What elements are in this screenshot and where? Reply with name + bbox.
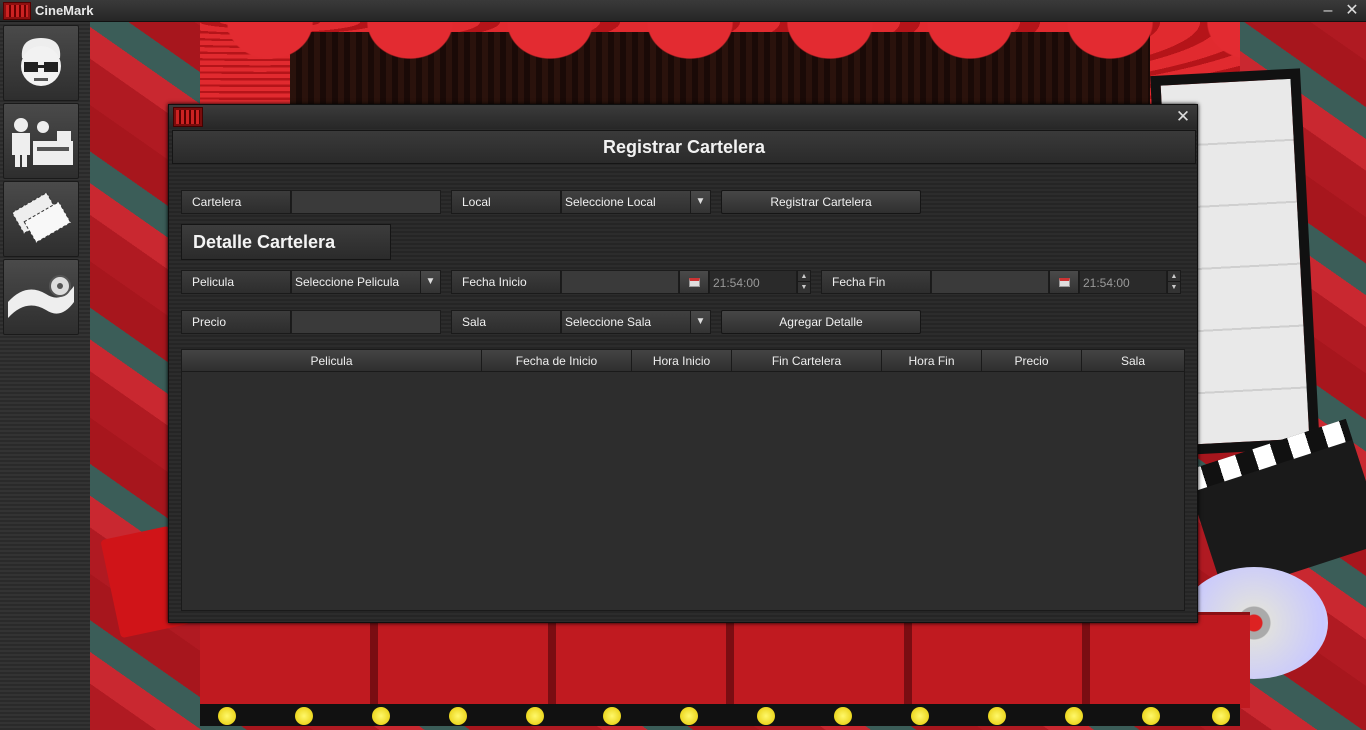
registrar-cartelera-button[interactable]: Registrar Cartelera xyxy=(721,190,921,214)
marquee-bulb xyxy=(449,707,467,725)
fecha-inicio-input[interactable] xyxy=(561,270,679,294)
marquee-bulb xyxy=(1142,707,1160,725)
hora-inicio-spin-buttons: ▲ ▼ xyxy=(797,270,811,294)
precio-label: Precio xyxy=(181,310,291,334)
user-glasses-icon xyxy=(21,38,61,86)
spin-down-icon[interactable]: ▼ xyxy=(798,282,810,293)
marquee-bulb xyxy=(526,707,544,725)
chevron-down-icon[interactable]: ▼ xyxy=(690,191,710,213)
marquee-bulb xyxy=(988,707,1006,725)
sala-label: Sala xyxy=(451,310,561,334)
dialog-close-button[interactable]: ✕ xyxy=(1173,107,1193,127)
local-select-value: Seleccione Local xyxy=(565,195,656,209)
pelicula-select[interactable]: Seleccione Pelicula ▼ xyxy=(291,270,441,294)
calendar-icon xyxy=(1058,277,1070,287)
column-header-precio[interactable]: Precio xyxy=(982,350,1082,372)
minimize-button[interactable]: – xyxy=(1318,1,1338,21)
pelicula-select-value: Seleccione Pelicula xyxy=(295,275,400,289)
column-header-hora-fin[interactable]: Hora Fin xyxy=(882,350,982,372)
marquee-bulb xyxy=(372,707,390,725)
column-header-fecha-inicio[interactable]: Fecha de Inicio xyxy=(482,350,632,372)
cashier-desk-icon xyxy=(12,118,73,167)
sala-select-value: Seleccione Sala xyxy=(565,315,652,329)
sala-select[interactable]: Seleccione Sala ▼ xyxy=(561,310,711,334)
column-header-fin-cartelera[interactable]: Fin Cartelera xyxy=(732,350,882,372)
tickets-icon xyxy=(11,191,72,244)
marquee-bulb xyxy=(757,707,775,725)
hora-fin-spin-buttons: ▲ ▼ xyxy=(1167,270,1181,294)
marquee-bulb xyxy=(834,707,852,725)
marquee-bulb xyxy=(1212,707,1230,725)
fecha-inicio-label: Fecha Inicio xyxy=(451,270,561,294)
hora-fin-spinner[interactable]: 21:54:00 xyxy=(1079,270,1167,294)
fecha-fin-label: Fecha Fin xyxy=(821,270,931,294)
detalle-table[interactable]: Pelicula Fecha de Inicio Hora Inicio Fin… xyxy=(181,349,1185,611)
marquee-bulb xyxy=(218,707,236,725)
spin-down-icon[interactable]: ▼ xyxy=(1168,282,1180,293)
close-button[interactable]: ✕ xyxy=(1342,1,1362,21)
agregar-detalle-button[interactable]: Agregar Detalle xyxy=(721,310,921,334)
spin-up-icon[interactable]: ▲ xyxy=(1168,271,1180,282)
sidebar-item-tickets[interactable] xyxy=(3,181,79,257)
cartelera-label: Cartelera xyxy=(181,190,291,214)
sidebar-item-users[interactable] xyxy=(3,25,79,101)
theater-seats xyxy=(200,612,1250,708)
spin-up-icon[interactable]: ▲ xyxy=(798,271,810,282)
marquee-bulb xyxy=(1065,707,1083,725)
column-header-pelicula[interactable]: Pelicula xyxy=(182,350,482,372)
marquee-bulb xyxy=(911,707,929,725)
fecha-fin-calendar-button[interactable] xyxy=(1049,270,1079,294)
column-header-sala[interactable]: Sala xyxy=(1082,350,1184,372)
chevron-down-icon[interactable]: ▼ xyxy=(690,311,710,333)
pelicula-label: Pelicula xyxy=(181,270,291,294)
app-title: CineMark xyxy=(35,3,94,18)
detalle-cartelera-title: Detalle Cartelera xyxy=(181,224,391,260)
fecha-inicio-calendar-button[interactable] xyxy=(679,270,709,294)
marquee-bulb xyxy=(603,707,621,725)
dialog-titlebar[interactable]: ✕ xyxy=(169,105,1197,129)
precio-input[interactable] xyxy=(291,310,441,334)
film-reel-icon xyxy=(8,275,74,318)
dialog-logo-icon xyxy=(173,107,203,127)
local-label: Local xyxy=(451,190,561,214)
registrar-cartelera-dialog: ✕ Registrar Cartelera Cartelera Local Se… xyxy=(168,104,1198,623)
cinemark-logo-icon xyxy=(3,2,31,20)
table-header: Pelicula Fecha de Inicio Hora Inicio Fin… xyxy=(182,350,1184,372)
sidebar-item-films[interactable] xyxy=(3,259,79,335)
hora-inicio-spinner[interactable]: 21:54:00 xyxy=(709,270,797,294)
fecha-fin-input[interactable] xyxy=(931,270,1049,294)
marquee-lights xyxy=(200,704,1240,726)
chevron-down-icon[interactable]: ▼ xyxy=(420,271,440,293)
calendar-icon xyxy=(688,277,700,287)
marquee-bulb xyxy=(295,707,313,725)
marquee-bulb xyxy=(680,707,698,725)
dialog-header: Registrar Cartelera xyxy=(172,130,1196,164)
window-titlebar: CineMark – ✕ xyxy=(0,0,1366,22)
column-header-hora-inicio[interactable]: Hora Inicio xyxy=(632,350,732,372)
curtain-scallops xyxy=(200,22,1240,92)
sidebar xyxy=(0,22,90,730)
local-select[interactable]: Seleccione Local ▼ xyxy=(561,190,711,214)
cartelera-input[interactable] xyxy=(291,190,441,214)
sidebar-item-cashier[interactable] xyxy=(3,103,79,179)
